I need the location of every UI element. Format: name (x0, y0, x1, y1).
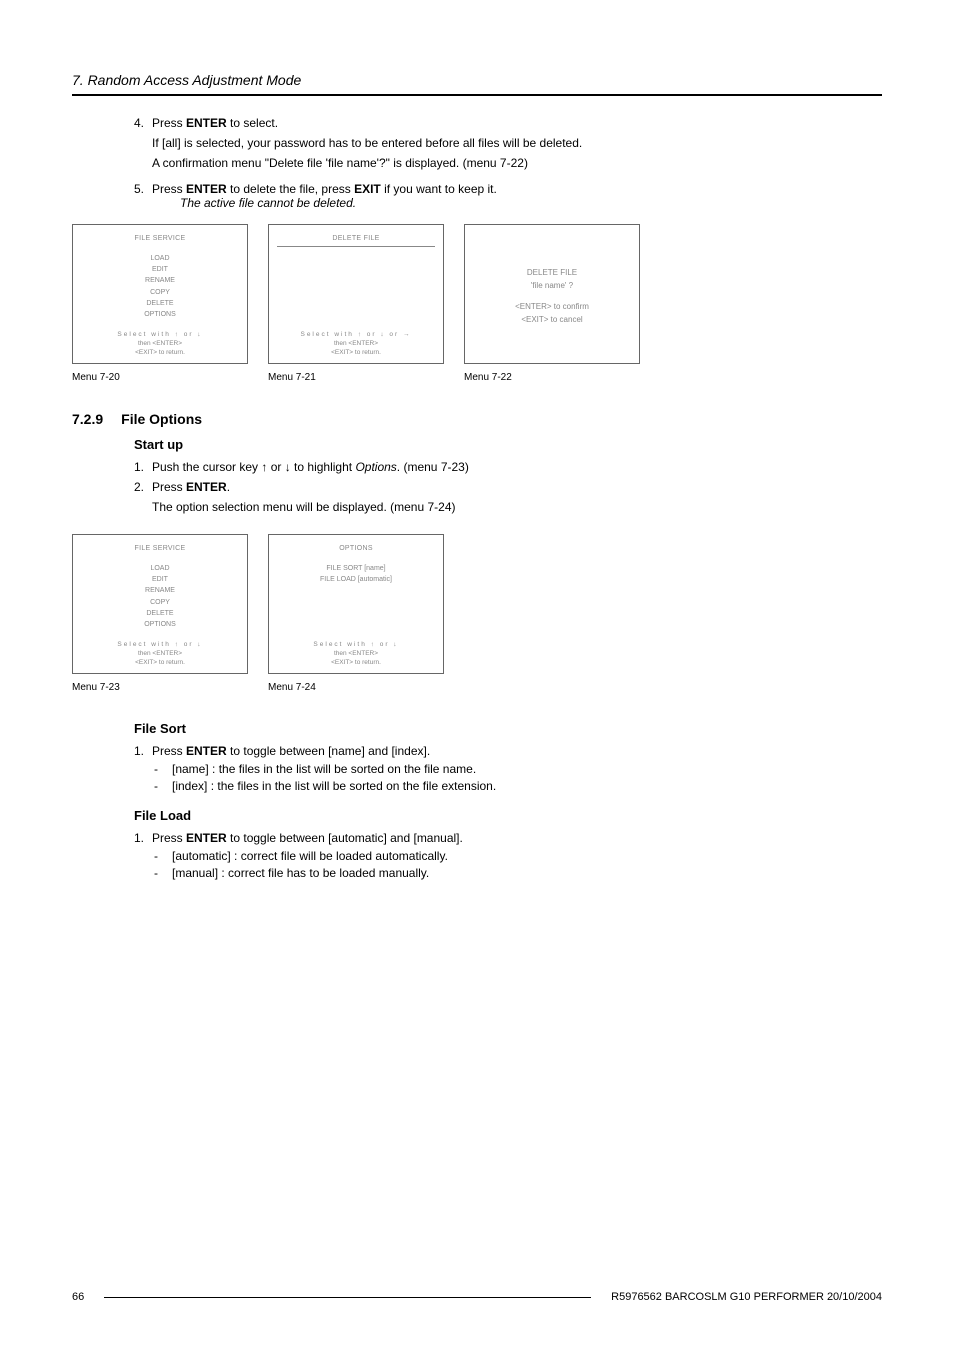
menu-7-24-hint1: Select with ↑ or ↓ (277, 640, 435, 649)
footer-doc: R5976562 BARCOSLM G10 PERFORMER 20/10/20… (611, 1291, 882, 1303)
step-5-text-c: to delete the file, press (227, 182, 354, 196)
startup-1-c: . (menu 7-23) (397, 460, 469, 474)
step-4-sub1: If [all] is selected, your password has … (152, 136, 872, 150)
fileload-1-c: to toggle between [automatic] and [manua… (227, 831, 463, 845)
step-5-enter: ENTER (186, 182, 227, 196)
startup-2-b: ENTER (186, 480, 227, 494)
fileload-1-a: Press (152, 831, 186, 845)
menu-7-24-caption: Menu 7-24 (268, 682, 444, 693)
menu-7-23-title: FILE SERVICE (81, 545, 239, 552)
filesort-1-c: to toggle between [name] and [index]. (227, 744, 430, 758)
menu-7-20-hint1: Select with ↑ or ↓ (81, 330, 239, 339)
step-5-number: 5. (134, 182, 152, 210)
step-4-text-a: Press (152, 116, 186, 130)
step-list-a: 4. Press ENTER to select. If [all] is se… (134, 116, 872, 210)
menu-rule (277, 246, 435, 247)
chapter-title: 7. Random Access Adjustment Mode (72, 72, 882, 88)
startup-1-num: 1. (134, 460, 152, 474)
subsection-number: 7.2.9 (72, 411, 103, 427)
page-number: 66 (72, 1291, 84, 1303)
menu-7-23-item: LOAD (81, 563, 239, 574)
menu-7-21-caption: Menu 7-21 (268, 372, 444, 383)
startup-heading: Start up (134, 437, 872, 452)
startup-2-num: 2. (134, 480, 152, 520)
menu-7-24-box: OPTIONS FILE SORT [name] FILE LOAD [auto… (268, 534, 444, 674)
fileload-1-b: ENTER (186, 831, 227, 845)
menu-7-23-item: RENAME (81, 585, 239, 596)
menu-7-20-caption: Menu 7-20 (72, 372, 248, 383)
step-5-exit: EXIT (354, 182, 381, 196)
menu-7-22-line1: DELETE FILE (527, 268, 577, 277)
menu-7-23-hint3: <EXIT> to return. (81, 658, 239, 667)
fileload-steps: 1. Press ENTER to toggle between [automa… (134, 831, 872, 883)
startup-2-a: Press (152, 480, 186, 494)
step-5-text-e: if you want to keep it. (381, 182, 497, 196)
startup-2-sub: The option selection menu will be displa… (152, 500, 872, 514)
menu-7-21-hint3: <EXIT> to return. (277, 348, 435, 357)
step-4-enter: ENTER (186, 116, 227, 130)
page-footer: 66 R5976562 BARCOSLM G10 PERFORMER 20/10… (72, 1291, 882, 1303)
menu-7-20-box: FILE SERVICE LOAD EDIT RENAME COPY DELET… (72, 224, 248, 364)
fileload-bullet-1: [automatic] : correct file will be loade… (172, 849, 872, 863)
menu-7-24-item: FILE LOAD [automatic] (277, 574, 435, 585)
filesort-steps: 1. Press ENTER to toggle between [name] … (134, 744, 872, 796)
step-4-number: 4. (134, 116, 152, 176)
filesort-1-a: Press (152, 744, 186, 758)
menu-7-22-line2: 'file name' ? (531, 281, 573, 290)
startup-1-a: Push the cursor key ↑ or ↓ to highlight (152, 460, 355, 474)
step-4-text-c: to select. (227, 116, 278, 130)
step-5-note: The active file cannot be deleted. (152, 196, 872, 210)
menu-7-23-hint2: then <ENTER> (81, 649, 239, 658)
menu-7-20-hint3: <EXIT> to return. (81, 348, 239, 357)
menu-7-24-hint3: <EXIT> to return. (277, 658, 435, 667)
menu-7-23-item: EDIT (81, 574, 239, 585)
startup-2-c: . (227, 480, 230, 494)
filesort-1-b: ENTER (186, 744, 227, 758)
menu-7-21-box: DELETE FILE Select with ↑ or ↓ or → then… (268, 224, 444, 364)
menu-7-22-line3: <ENTER> to confirm (515, 302, 589, 311)
menu-7-20-item: OPTIONS (81, 309, 239, 320)
step-4-sub2: A confirmation menu "Delete file 'file n… (152, 156, 872, 170)
filesort-bullet-1: [name] : the files in the list will be s… (172, 762, 872, 776)
menu-7-23-item: DELETE (81, 608, 239, 619)
menu-7-23-hint1: Select with ↑ or ↓ (81, 640, 239, 649)
menu-7-21-hint1: Select with ↑ or ↓ or → (277, 330, 435, 339)
header-rule (72, 94, 882, 96)
filesort-bullet-2: [index] : the files in the list will be … (172, 779, 872, 793)
filesort-1-num: 1. (134, 744, 152, 796)
footer-rule (104, 1297, 591, 1298)
menu-7-21-title: DELETE FILE (277, 235, 435, 242)
menu-7-20-item: COPY (81, 287, 239, 298)
menu-7-23-item: COPY (81, 597, 239, 608)
menu-7-22-box: DELETE FILE 'file name' ? <ENTER> to con… (464, 224, 640, 364)
step-5-text-a: Press (152, 182, 186, 196)
startup-steps: 1. Push the cursor key ↑ or ↓ to highlig… (134, 460, 872, 520)
menu-7-24-hint2: then <ENTER> (277, 649, 435, 658)
fileload-heading: File Load (134, 808, 872, 823)
menu-7-20-item-selected: DELETE (146, 300, 173, 307)
subsection-title: File Options (121, 411, 202, 427)
startup-1-b: Options (355, 460, 396, 474)
menu-7-23-item-selected: OPTIONS (144, 621, 176, 628)
fileload-1-num: 1. (134, 831, 152, 883)
menu-7-20-item: RENAME (81, 275, 239, 286)
menu-7-20-item: EDIT (81, 264, 239, 275)
filesort-heading: File Sort (134, 721, 872, 736)
menu-7-21-hint2: then <ENTER> (277, 339, 435, 348)
menu-7-20-title: FILE SERVICE (81, 235, 239, 242)
menu-7-23-caption: Menu 7-23 (72, 682, 248, 693)
menu-7-22-caption: Menu 7-22 (464, 372, 640, 383)
menu-7-24-item: FILE SORT [name] (277, 563, 435, 574)
menu-7-22-line4: <EXIT> to cancel (521, 315, 582, 324)
menu-7-23-box: FILE SERVICE LOAD EDIT RENAME COPY DELET… (72, 534, 248, 674)
fileload-bullet-2: [manual] : correct file has to be loaded… (172, 866, 872, 880)
menu-7-20-hint2: then <ENTER> (81, 339, 239, 348)
menu-7-20-item: LOAD (81, 253, 239, 264)
menu-7-24-title: OPTIONS (277, 545, 435, 552)
